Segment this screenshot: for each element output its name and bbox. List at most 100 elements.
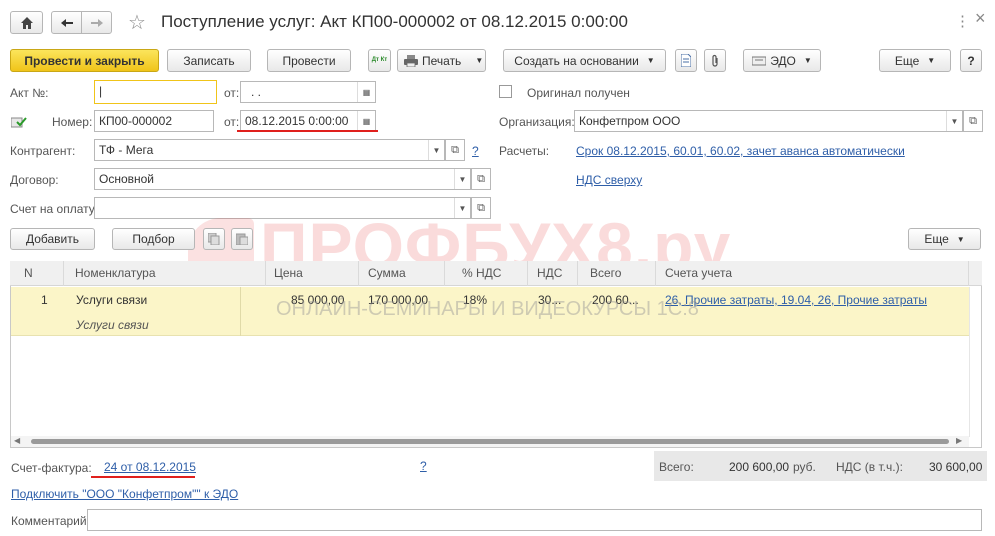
invoice-highlight-underline <box>91 476 195 478</box>
chevron-down-icon: ▼ <box>803 56 812 65</box>
post-button[interactable]: Провести <box>267 49 351 72</box>
settlements-label: Расчеты: <box>499 144 550 158</box>
open-contractor-button[interactable]: ⧉ <box>445 139 465 161</box>
post-and-close-button[interactable]: Провести и закрыть <box>10 49 159 72</box>
original-received-checkbox[interactable] <box>499 85 512 98</box>
settlements-link[interactable]: Срок 08.12.2015, 60.01, 60.02, зачет ава… <box>576 144 905 158</box>
save-button[interactable]: Записать <box>167 49 251 72</box>
paste-button[interactable] <box>231 228 253 250</box>
open-contract-button[interactable]: ⧉ <box>471 168 491 190</box>
horizontal-scrollbar[interactable]: ◀ ▶ <box>11 436 969 447</box>
currency-label: руб. <box>793 460 816 474</box>
table-more-button[interactable]: Еще ▼ <box>908 228 981 250</box>
home-button[interactable] <box>10 11 43 34</box>
row-accounts-link[interactable]: 26, Прочие затраты, 19.04, 26, Прочие за… <box>665 293 927 307</box>
date-value: 08.12.2015 0:00:00 <box>245 114 349 128</box>
attachment-button[interactable] <box>704 49 726 72</box>
more-label: Еще <box>894 53 920 68</box>
table-more-label: Еще <box>924 232 949 246</box>
chevron-down-icon[interactable]: ▼ <box>946 111 962 131</box>
chevron-down-icon: ▼ <box>927 56 936 65</box>
help-button[interactable]: ? <box>960 49 982 72</box>
comment-input[interactable] <box>87 509 982 531</box>
create-based-on-button[interactable]: Создать на основании ▼ <box>503 49 666 72</box>
footer-help-link[interactable]: ? <box>420 459 427 473</box>
scroll-right-icon[interactable]: ▶ <box>956 436 962 445</box>
document-icon <box>681 54 691 67</box>
print-button[interactable]: Печать ▼ <box>397 49 486 72</box>
open-organization-button[interactable]: ⧉ <box>963 110 983 132</box>
act-number-input[interactable]: | <box>94 80 217 104</box>
copy-button[interactable] <box>203 228 225 250</box>
vat-total-label: НДС (в т.ч.): <box>836 460 903 474</box>
row-item-sub: Услуги связи <box>76 318 149 332</box>
date-input[interactable]: 08.12.2015 0:00:00 ▦ <box>240 110 376 132</box>
col-price[interactable]: Цена <box>274 266 303 280</box>
act-date-input[interactable]: . . ▦ <box>240 81 376 103</box>
paperclip-icon <box>712 54 718 67</box>
arrow-right-icon <box>90 18 103 27</box>
invoice-pay-label: Счет на оплату: <box>10 202 99 216</box>
back-button[interactable] <box>51 11 82 34</box>
contract-select[interactable]: Основной ▼ <box>94 168 471 190</box>
number-input[interactable]: КП00-000002 <box>94 110 214 132</box>
number-label: Номер: <box>52 115 93 129</box>
menu-icon[interactable]: ⋮ <box>955 12 970 30</box>
date-highlight-underline <box>237 130 378 132</box>
scroll-left-icon[interactable]: ◀ <box>14 436 20 445</box>
contract-value: Основной <box>99 172 155 186</box>
col-sum[interactable]: Сумма <box>368 266 406 280</box>
chevron-down-icon: ▼ <box>475 56 484 65</box>
total-value: 200 600,00 <box>729 460 790 474</box>
close-icon[interactable]: × <box>975 8 986 29</box>
add-button[interactable]: Добавить <box>10 228 95 250</box>
comment-label: Комментарий: <box>11 514 90 528</box>
paste-icon <box>236 233 248 245</box>
contractor-value: ТФ - Мега <box>99 143 154 157</box>
act-number-label: Акт №: <box>10 86 49 100</box>
row-number: 1 <box>41 293 48 307</box>
col-item[interactable]: Номенклатура <box>75 266 156 280</box>
edo-button[interactable]: ЭДО ▼ <box>743 49 821 72</box>
date-from-label: от: <box>224 115 240 129</box>
home-icon <box>20 16 33 29</box>
contractor-select[interactable]: ТФ - Мега ▼ <box>94 139 445 161</box>
create-based-on-label: Создать на основании <box>514 53 639 68</box>
calendar-icon[interactable]: ▦ <box>357 82 375 102</box>
col-accounts[interactable]: Счета учета <box>665 266 732 280</box>
totals-panel: Всего: 200 600,00 руб. НДС (в т.ч.): 30 … <box>654 451 987 481</box>
chevron-down-icon: ▼ <box>956 234 965 244</box>
col-vat[interactable]: НДС <box>537 266 562 280</box>
organization-label: Организация: <box>499 115 575 129</box>
forward-button[interactable] <box>81 11 112 34</box>
organization-select[interactable]: Конфетпром ООО ▼ <box>574 110 963 132</box>
vat-total-value: 30 600,00 <box>929 460 983 474</box>
copy-icon <box>208 233 220 245</box>
print-label: Печать <box>422 53 462 68</box>
document-button[interactable] <box>675 49 697 72</box>
watermark-sub: ОНЛАЙН-СЕМИНАРЫ И ВИДЕОКУРСЫ 1С:8 <box>276 298 699 320</box>
total-label: Всего: <box>659 460 694 474</box>
arrow-left-icon <box>60 18 73 27</box>
chevron-down-icon[interactable]: ▼ <box>454 169 470 189</box>
col-total[interactable]: Всего <box>590 266 621 280</box>
act-date-from-label: от: <box>224 86 240 100</box>
chevron-down-icon: ▼ <box>646 56 655 65</box>
contractor-help-link[interactable]: ? <box>472 144 479 158</box>
printer-icon <box>404 54 418 67</box>
col-n[interactable]: N <box>24 266 33 280</box>
chevron-down-icon[interactable]: ▼ <box>428 140 444 160</box>
invoice-label: Счет-фактура: <box>11 461 92 475</box>
vertical-scrollbar[interactable] <box>969 287 981 437</box>
pick-button[interactable]: Подбор <box>112 228 195 250</box>
connect-edo-link[interactable]: Подключить "ООО "Конфетпром"" к ЭДО <box>11 487 238 501</box>
calendar-icon[interactable]: ▦ <box>357 111 375 131</box>
favorite-star-icon[interactable]: ☆ <box>128 10 146 35</box>
dt-kt-button[interactable]: Дт Кт <box>368 49 391 72</box>
invoice-link[interactable]: 24 от 08.12.2015 <box>104 460 196 474</box>
vat-link[interactable]: НДС сверху <box>576 173 642 187</box>
scroll-thumb[interactable] <box>31 439 949 444</box>
more-button[interactable]: Еще ▼ <box>879 49 951 72</box>
window-title: Поступление услуг: Акт КП00-000002 от 08… <box>161 12 628 31</box>
col-vat-rate[interactable]: % НДС <box>462 266 501 280</box>
